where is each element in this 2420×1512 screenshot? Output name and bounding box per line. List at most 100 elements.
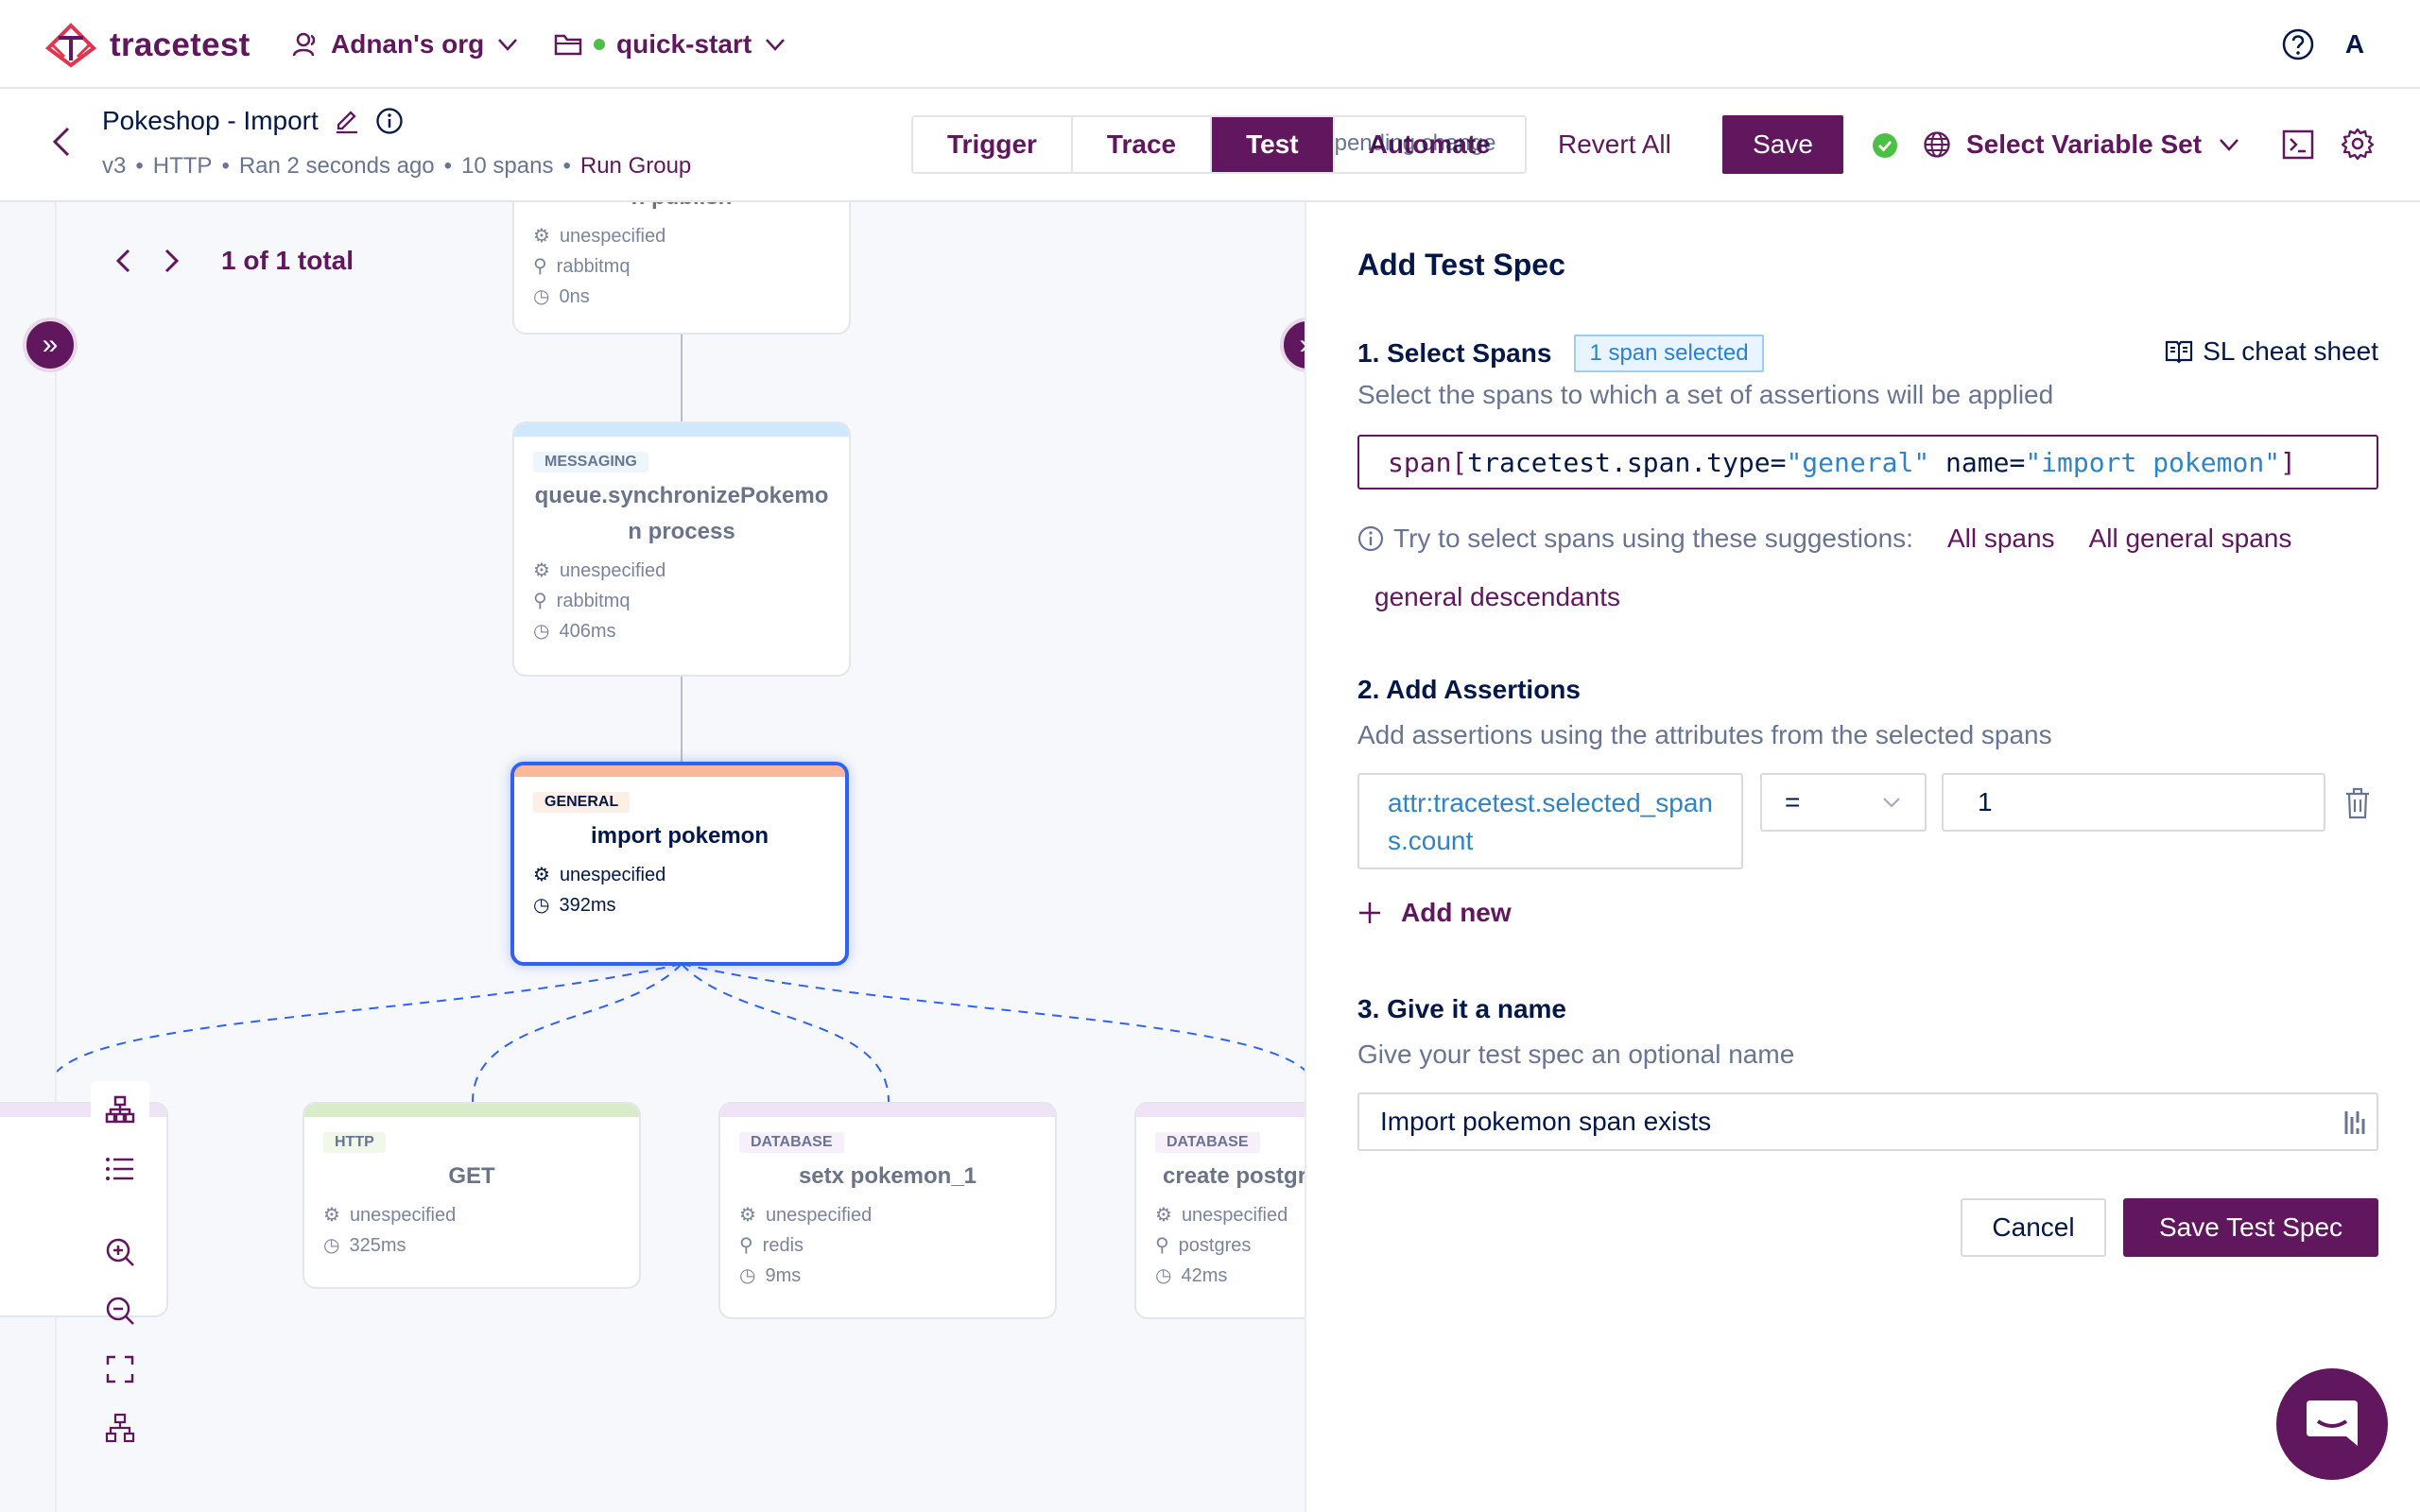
auto-layout-button[interactable] — [91, 1399, 149, 1457]
trash-icon[interactable] — [2342, 786, 2373, 820]
save-test-spec-button[interactable]: Save Test Spec — [2123, 1198, 2378, 1257]
span-node-title: create postgr — [1163, 1163, 1305, 1189]
edge-general-http — [472, 963, 683, 1103]
list-view-button[interactable] — [91, 1140, 149, 1198]
span-selector-input[interactable]: span[tracetest.span.type= "general" name=… — [1357, 435, 2378, 490]
list-icon — [106, 1158, 133, 1180]
step2-description: Add assertions using the attributes from… — [1357, 720, 2052, 749]
panel-title: Add Test Spec — [1357, 248, 1565, 282]
edge-general-db2 — [681, 963, 1305, 1072]
tracetest-logo-icon — [45, 23, 96, 68]
help-button[interactable] — [2276, 23, 2320, 66]
span-node-general-selected[interactable]: GENERAL import pokemon ⚙ unespecified ◷ 39… — [510, 762, 849, 966]
user-icon — [292, 32, 316, 57]
span-node-http[interactable]: HTTP GET ⚙ unespecified ◷ 325ms — [302, 1102, 641, 1289]
span-node-database-postgres[interactable]: DATABASE create postgr ⚙ unespecified ⚲ po… — [1134, 1102, 1305, 1319]
variable-set-selector[interactable]: Select Variable Set — [1923, 115, 2241, 174]
globe-icon — [1924, 131, 1950, 158]
info-icon[interactable] — [375, 107, 404, 135]
zoom-in-button[interactable] — [91, 1223, 149, 1281]
edit-icon[interactable] — [334, 108, 360, 134]
step1-heading: 1. Select Spans 1 span selected — [1357, 335, 1764, 372]
add-assertion-button[interactable]: Add new — [1357, 898, 1512, 928]
span-node-database-redis[interactable]: DATABASE setx pokemon_1 ⚙ unespecified ⚲ r… — [718, 1102, 1057, 1319]
chat-widget-button[interactable] — [2276, 1368, 2388, 1480]
clock-icon: ◷ — [533, 895, 550, 916]
environment-status-dot — [594, 39, 605, 50]
logo[interactable]: tracetest — [45, 19, 251, 72]
clock-icon: ◷ — [323, 1235, 340, 1256]
plus-icon — [1359, 902, 1380, 923]
chevron-left-icon[interactable] — [112, 247, 136, 275]
service-icon: ⚙ — [1155, 1205, 1172, 1226]
chevron-down-icon — [2220, 139, 2238, 151]
clock-icon: ◷ — [533, 286, 550, 307]
test-spec-panel: Add Test Spec 1. Select Spans 1 span sel… — [1305, 202, 2420, 1512]
hierarchy-icon — [105, 1413, 135, 1443]
span-pager: 1 of 1 total — [112, 246, 354, 276]
test-meta: v3 • HTTP • Ran 2 seconds ago • 10 spans • R… — [102, 153, 692, 180]
graph-view-button[interactable] — [91, 1081, 149, 1140]
test-ran-time: Ran 2 seconds ago — [238, 153, 435, 179]
test-spec-name-input[interactable]: Import pokemon span exists — [1357, 1092, 2378, 1151]
test-version: v3 — [102, 153, 127, 179]
system-icon: ⚲ — [1155, 1235, 1169, 1256]
test-span-count: 10 spans — [461, 153, 554, 179]
suggestion-all-general-spans[interactable]: All general spans — [2089, 524, 2292, 554]
tab-trigger[interactable]: Trigger — [913, 117, 1073, 172]
trace-graph: n publish ⚙unespecified ⚲rabbitmq ◷0ns M… — [0, 202, 1305, 1512]
zoom-out-button[interactable] — [91, 1281, 149, 1340]
suggestion-general-descendants[interactable]: general descendants — [1374, 582, 1620, 612]
chevron-down-icon — [1883, 798, 1900, 808]
service-icon: ⚙ — [323, 1205, 340, 1226]
test-header: Pokeshop - Import v3 • HTTP • Ran 2 second… — [0, 91, 2420, 202]
add-new-label: Add new — [1401, 898, 1512, 927]
span-node-title: import pokemon — [590, 823, 769, 849]
suggestion-all-spans[interactable]: All spans — [1947, 524, 2055, 554]
tab-automate[interactable]: Automate pending change — [1334, 117, 1525, 172]
gear-icon[interactable] — [2341, 127, 2375, 161]
span-node-messaging[interactable]: MESSAGING queue.synchronizePokemo n proc… — [512, 421, 851, 677]
run-group-link[interactable]: Run Group — [580, 153, 691, 180]
chevron-right-icon[interactable] — [159, 247, 183, 275]
revert-all-button[interactable]: Revert All — [1558, 115, 1671, 174]
folder-icon — [554, 34, 582, 56]
cheat-sheet-link[interactable]: SL cheat sheet — [2165, 336, 2378, 367]
assertion-attribute-input[interactable]: attr:tracetest.selected_spans.count — [1357, 773, 1743, 869]
org-selector[interactable]: Adnan's org — [291, 23, 520, 66]
help-icon — [2282, 28, 2314, 60]
terminal-icon[interactable] — [2282, 129, 2314, 161]
test-title: Pokeshop - Import — [102, 106, 404, 136]
span-node-title: queue.synchronizePokemo n process — [534, 483, 829, 544]
environment-selector[interactable]: quick-start — [554, 23, 787, 66]
cancel-button[interactable]: Cancel — [1961, 1198, 2106, 1257]
tab-test[interactable]: Test — [1212, 117, 1335, 172]
logo-text: tracetest — [110, 26, 251, 63]
service-icon: ⚙ — [533, 865, 550, 885]
graph-canvas[interactable]: n publish ⚙unespecified ⚲rabbitmq ◷0ns M… — [0, 202, 1305, 1512]
back-arrow-icon[interactable] — [43, 123, 81, 161]
span-type-badge: DATABASE — [1155, 1132, 1260, 1153]
assertion-value-input[interactable]: 1 — [1942, 773, 2325, 832]
variable-set-label: Select Variable Set — [1966, 129, 2203, 159]
avatar[interactable]: A — [2333, 23, 2377, 66]
pager-count: 1 of 1 total — [221, 246, 354, 275]
step3-description: Give your test spec an optional name — [1357, 1040, 1795, 1069]
password-manager-icon[interactable] — [2342, 1108, 2367, 1138]
fit-view-button[interactable] — [91, 1340, 149, 1399]
selector-suggestions: Try to select spans using these suggesti… — [1357, 524, 2291, 554]
chevron-down-icon — [498, 39, 518, 51]
span-node-title: setx pokemon_1 — [798, 1163, 977, 1189]
test-name: Pokeshop - Import — [102, 106, 319, 135]
system-icon: ⚲ — [533, 256, 547, 277]
span-type-badge: HTTP — [323, 1132, 386, 1153]
expand-left-panel-button[interactable]: » — [23, 318, 78, 372]
service-icon: ⚙ — [533, 226, 550, 247]
system-icon: ⚲ — [739, 1235, 753, 1256]
info-icon — [1357, 525, 1384, 552]
assertion-operator-select[interactable]: = — [1760, 773, 1927, 832]
save-button[interactable]: Save — [1722, 115, 1843, 174]
tab-trace[interactable]: Trace — [1072, 117, 1213, 172]
span-node-publish[interactable]: n publish ⚙unespecified ⚲rabbitmq ◷0ns — [512, 202, 851, 335]
fullscreen-icon — [106, 1355, 134, 1383]
